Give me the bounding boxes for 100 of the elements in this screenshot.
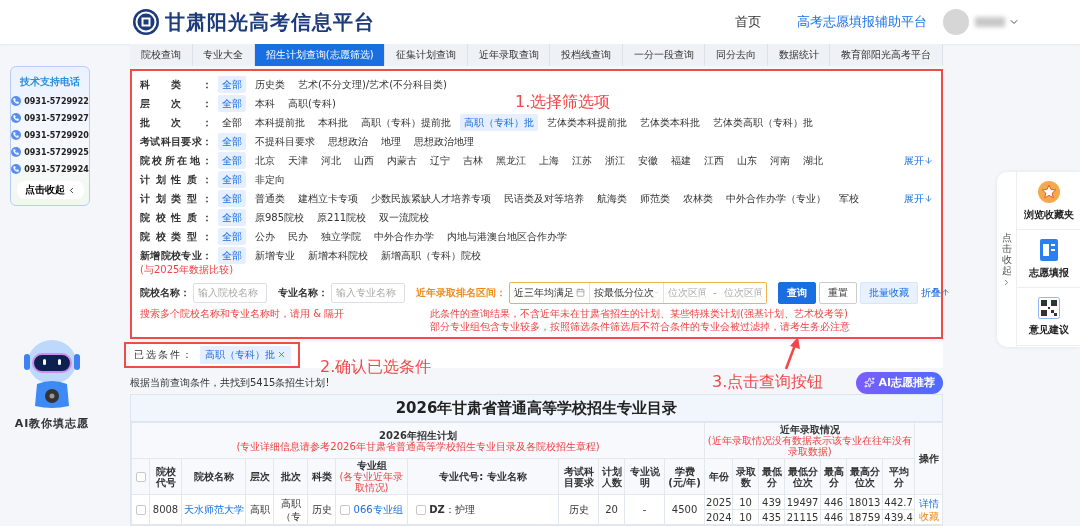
filter-label: 院校所在地：	[140, 153, 212, 168]
filter-option[interactable]: 军校	[835, 189, 863, 207]
filter-option[interactable]: 全部	[218, 113, 246, 131]
filter-option[interactable]: 艺体类本科批	[636, 113, 704, 131]
filter-option[interactable]: 天津	[284, 151, 312, 169]
filter-option[interactable]: 高职（专科）批	[460, 113, 538, 131]
filter-option[interactable]: 黑龙江	[492, 151, 530, 169]
filter-option[interactable]: 浙江	[601, 151, 629, 169]
filter-option[interactable]: 全部	[218, 189, 246, 207]
nav-tab[interactable]: 征集计划查询	[385, 44, 468, 66]
filter-option[interactable]: 安徽	[634, 151, 662, 169]
filter-option[interactable]: 非定向	[251, 170, 289, 188]
filter-option[interactable]: 思想政治	[324, 132, 372, 150]
major-name-field[interactable]: 输入专业名称	[331, 282, 405, 303]
batch-favorite-button[interactable]: 批量收藏	[859, 281, 918, 304]
filter-option[interactable]: 全部	[218, 208, 246, 226]
filter-option[interactable]: 全部	[218, 246, 246, 264]
nav-tab[interactable]: 数据统计	[767, 44, 831, 66]
nav-tab[interactable]: 院校查询	[130, 44, 193, 66]
filter-option[interactable]: 内地与港澳台地区合作办学	[443, 227, 571, 245]
filter-option[interactable]: 全部	[218, 75, 246, 93]
table-header: 2026年招生计划 (专业详细信息请参考2026年甘肃省普通高等学校招生专业目录及各院校招生章程)	[131, 422, 705, 459]
checkbox[interactable]	[135, 505, 146, 515]
nav-tab[interactable]: 投档线查询	[550, 44, 623, 66]
filter-option[interactable]: 河南	[766, 151, 794, 169]
filter-option[interactable]: 全部	[218, 227, 246, 245]
filter-option[interactable]: 民办	[284, 227, 312, 245]
filter-option[interactable]: 北京	[251, 151, 279, 169]
filter-option[interactable]: 山西	[350, 151, 378, 169]
filter-option[interactable]: 河北	[317, 151, 345, 169]
nav-tab[interactable]: 招生计划查询(志愿筛选)	[255, 44, 386, 66]
collapse-button[interactable]: 点击收起	[997, 172, 1017, 347]
nav-tab[interactable]: 近年录取查询	[467, 44, 551, 66]
filter-option[interactable]: 高职（专科）提前批	[357, 113, 455, 131]
filter-option[interactable]: 农林类	[679, 189, 717, 207]
nav-link[interactable]: 首页	[735, 13, 761, 31]
nav-tab[interactable]: 同分去向	[705, 44, 768, 66]
query-button[interactable]: 查询	[777, 281, 816, 304]
side-panel-item[interactable]: 志愿填报	[1017, 230, 1080, 288]
filter-option[interactable]: 高职(专科)	[284, 94, 340, 112]
table-cell: -	[624, 494, 665, 525]
filter-option[interactable]: 公办	[251, 227, 279, 245]
collapse-button[interactable]: 点击收起	[16, 181, 84, 199]
filter-option[interactable]: 艺术(不分文理)/艺术(不分科目类)	[294, 75, 451, 93]
checkbox[interactable]	[135, 472, 146, 482]
filter-option[interactable]: 辽宁	[426, 151, 454, 169]
filter-option[interactable]: 山东	[733, 151, 761, 169]
filter-option[interactable]: 航海类	[593, 189, 631, 207]
user-avatar[interactable]	[943, 9, 969, 35]
filter-option[interactable]: 少数民族紧缺人才培养专项	[367, 189, 495, 207]
nav-tab[interactable]: 教育部阳光高考平台	[830, 44, 943, 66]
nav-tab[interactable]: 一分一段查询	[622, 44, 706, 66]
filter-option[interactable]: 中外合作办学	[370, 227, 438, 245]
filter-option[interactable]: 上海	[535, 151, 563, 169]
school-name-field[interactable]: 输入院校名称	[193, 282, 267, 303]
filter-option[interactable]: 师范类	[636, 189, 674, 207]
filter-option[interactable]: 中外合作办学（专业）	[722, 189, 830, 207]
filter-option[interactable]: 地理	[377, 132, 405, 150]
expand-link[interactable]: 展开	[904, 151, 933, 169]
filter-option[interactable]: 内蒙古	[383, 151, 421, 169]
side-panel-item[interactable]: 浏览收藏夹	[1017, 172, 1080, 230]
detail-link[interactable]: 详情	[916, 496, 942, 510]
filter-option[interactable]: 本科提前批	[251, 113, 309, 131]
filter-option[interactable]: 原211院校	[313, 208, 371, 226]
filter-option[interactable]: 福建	[667, 151, 695, 169]
filter-option[interactable]: 普通类	[251, 189, 289, 207]
fold-link[interactable]: 折叠	[920, 285, 950, 300]
filter-option[interactable]: 全部	[218, 94, 246, 112]
filter-option[interactable]: 新增本科院校	[304, 246, 372, 264]
filter-option[interactable]: 思想政治地理	[410, 132, 478, 150]
condition-chip[interactable]: 高职（专科）批	[200, 345, 291, 364]
filter-option[interactable]: 湖北	[799, 151, 827, 169]
filter-option[interactable]: 江苏	[568, 151, 596, 169]
ai-recommend-button[interactable]: AI志愿推荐	[856, 371, 943, 394]
filter-option[interactable]: 全部	[218, 132, 246, 150]
filter-option[interactable]: 全部	[218, 170, 246, 188]
checkbox[interactable]	[416, 505, 426, 515]
filter-option[interactable]: 民语类及对等培养	[500, 189, 588, 207]
nav-link[interactable]: 高考志愿填报辅助平台	[797, 13, 927, 31]
reset-button[interactable]: 重置	[818, 281, 857, 304]
filter-option[interactable]: 独立学院	[317, 227, 365, 245]
expand-link[interactable]: 展开	[904, 189, 933, 207]
filter-option[interactable]: 全部	[218, 151, 246, 169]
filter-option[interactable]: 新增专业	[251, 246, 299, 264]
checkbox[interactable]	[340, 505, 351, 515]
filter-option[interactable]: 建档立卡专项	[294, 189, 362, 207]
table-header: 专业组 (各专业近年录取情况)	[335, 458, 408, 495]
filter-option[interactable]: 艺体类本科提前批	[543, 113, 631, 131]
filter-option[interactable]: 江西	[700, 151, 728, 169]
filter-option[interactable]: 双一流院校	[375, 208, 434, 226]
side-panel-item[interactable]: 意见建议	[1017, 288, 1080, 346]
filter-option[interactable]: 原985院校	[251, 208, 309, 226]
filter-option[interactable]: 艺体类高职（专科）批	[709, 113, 817, 131]
filter-option[interactable]: 本科	[251, 94, 279, 112]
table-header: 考试科目要求	[558, 458, 599, 495]
filter-option[interactable]: 新增高职（专科）院校	[377, 246, 485, 264]
filter-option[interactable]: 历史类	[251, 75, 289, 93]
filter-option[interactable]: 吉林	[459, 151, 487, 169]
filter-option[interactable]: 不提科目要求	[251, 132, 319, 150]
filter-option[interactable]: 本科批	[314, 113, 352, 131]
